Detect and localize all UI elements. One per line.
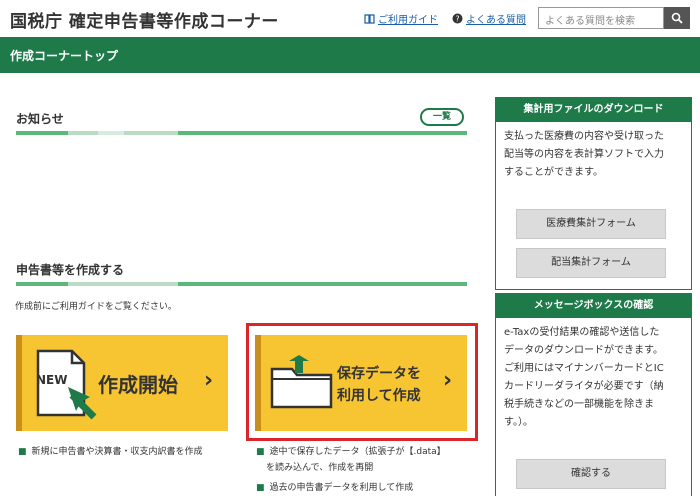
- search-input[interactable]: よくある質問を検索: [538, 7, 664, 29]
- site-title[interactable]: 国税庁 確定申告書等作成コーナー: [10, 7, 279, 32]
- create-note: 作成前にご利用ガイドをご覧ください。: [15, 302, 177, 312]
- bullet-icon: ■: [256, 483, 265, 493]
- book-icon: [364, 13, 375, 24]
- messagebox-text-line: す。）。: [504, 417, 533, 428]
- start-new-button[interactable]: NEW 作成開始 ›: [16, 335, 228, 431]
- list-item: ■ 過去の申告書データを利用して作成: [256, 481, 413, 495]
- notice-title: お知らせ: [16, 112, 64, 126]
- messagebox-text-line: データのダウンロードができます。: [504, 345, 663, 356]
- medical-expense-form-button[interactable]: 医療費集計フォーム: [516, 209, 666, 239]
- saved-bullet-text: 途中で保存したデータ（拡張子が【.data】: [269, 447, 446, 457]
- messagebox-panel-text: e-Taxの受付結果の確認や送信した データのダウンロードができます。 ご利用に…: [496, 318, 691, 438]
- create-divider-accent: [16, 282, 68, 286]
- dividend-form-button[interactable]: 配当集計フォーム: [516, 248, 666, 278]
- create-divider-segment: [178, 282, 467, 286]
- notice-list-button[interactable]: 一覧: [420, 108, 464, 126]
- highlight-frame: [246, 323, 478, 441]
- start-new-label: 作成開始: [98, 373, 178, 397]
- question-icon: ?: [452, 13, 463, 24]
- notice-divider-segment: [98, 131, 124, 135]
- messagebox-text-line: e-Taxの受付結果の確認や送信した: [504, 327, 660, 338]
- chevron-right-icon: ›: [204, 368, 214, 393]
- notice-divider-segment: [178, 131, 467, 135]
- faq-link[interactable]: ? よくある質問: [452, 11, 526, 26]
- search-button[interactable]: [664, 7, 690, 29]
- list-item: ■ 途中で保存したデータ（拡張子が【.data】: [256, 445, 446, 459]
- create-title: 申告書等を作成する: [16, 263, 125, 277]
- search-icon: [671, 12, 683, 24]
- messagebox-panel: メッセージボックスの確認 e-Taxの受付結果の確認や送信した データのダウンロ…: [495, 293, 692, 496]
- check-messages-button[interactable]: 確認する: [516, 459, 666, 489]
- nav-bar: 作成コーナートップ: [0, 37, 700, 73]
- list-item-continuation: を読み込んで、作成を再開: [266, 461, 373, 475]
- messagebox-text-line: 税手続きなどの一部機能を除きま: [504, 399, 654, 410]
- guide-link[interactable]: ご利用ガイド: [364, 11, 438, 26]
- list-item: ■ 新規に申告書や決算書・収支内訳書を作成: [18, 445, 203, 459]
- new-badge: NEW: [36, 373, 68, 387]
- download-text-line: することができます。: [504, 167, 603, 178]
- bullet-icon: ■: [18, 447, 27, 457]
- download-panel-text: 支払った医療費の内容や受け取った 配当等の内容を表計算ソフトで入力 することがで…: [496, 122, 691, 188]
- download-panel: 集計用ファイルのダウンロード 支払った医療費の内容や受け取った 配当等の内容を表…: [495, 97, 692, 290]
- site-header: 国税庁 確定申告書等作成コーナー ご利用ガイド ? よくある質問 よくある質問を…: [0, 0, 700, 36]
- messagebox-text-line: ご利用にはマイナンバーカードとIC: [504, 363, 664, 374]
- saved-bullet-text: を読み込んで、作成を再開: [266, 463, 374, 473]
- saved-bullet-text: 過去の申告書データを利用して作成: [269, 483, 414, 493]
- new-bullet-text: 新規に申告書や決算書・収支内訳書を作成: [31, 447, 203, 457]
- bullet-icon: ■: [256, 447, 265, 457]
- download-text-line: 配当等の内容を表計算ソフトで入力: [504, 149, 664, 160]
- svg-text:?: ?: [455, 15, 459, 24]
- messagebox-panel-title: メッセージボックスの確認: [496, 294, 691, 318]
- download-panel-title: 集計用ファイルのダウンロード: [496, 98, 691, 122]
- guide-link-label: ご利用ガイド: [378, 15, 438, 26]
- notice-divider-accent: [16, 131, 68, 135]
- messagebox-text-line: カードリーダライタが必要です（納: [504, 381, 664, 392]
- breadcrumb: 作成コーナートップ: [10, 49, 119, 63]
- faq-link-label: よくある質問: [466, 15, 526, 26]
- download-text-line: 支払った医療費の内容や受け取った: [504, 131, 664, 142]
